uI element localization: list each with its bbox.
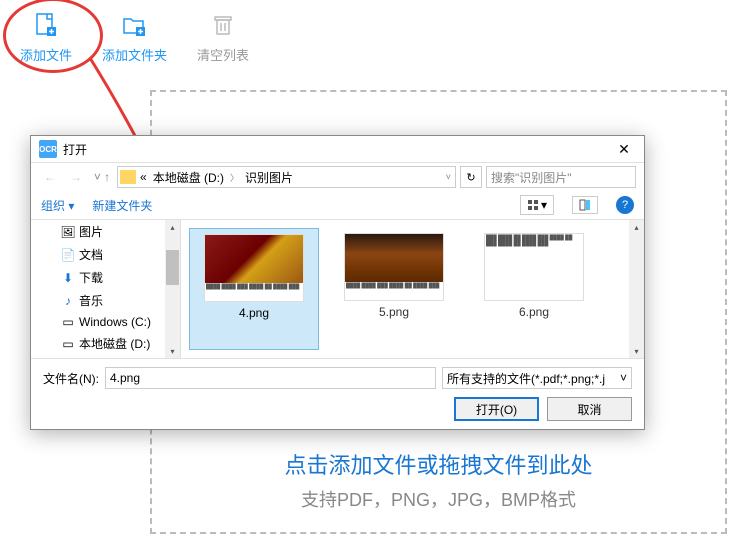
tree-music[interactable]: ♪音乐 xyxy=(31,289,180,312)
dropzone-sub-text: 支持PDF，PNG，JPG，BMP格式 xyxy=(301,486,576,512)
top-toolbar: 添加文件 添加文件夹 清空列表 xyxy=(0,0,747,74)
tree-local-d[interactable]: ▭本地磁盘 (D:) xyxy=(31,332,180,355)
view-mode-button[interactable]: ▾ xyxy=(520,195,554,215)
up-button[interactable]: ˅ ↑ xyxy=(91,166,113,188)
file-name: 6.png xyxy=(519,305,549,319)
clear-list-label: 清空列表 xyxy=(197,45,249,64)
music-icon: ♪ xyxy=(61,294,75,308)
close-button[interactable]: ✕ xyxy=(612,141,636,158)
file-thumbnail: ███ ████ ██ ████ ███ ████ ██ ███ ████ ██… xyxy=(484,233,584,301)
file-name: 5.png xyxy=(379,305,409,319)
file-name: 4.png xyxy=(239,306,269,320)
back-button[interactable]: ← xyxy=(39,166,61,188)
organize-button[interactable]: 组织 ▾ xyxy=(41,197,74,214)
dialog-bottom: 文件名(N): 所有支持的文件(*.pdf;*.png;*.j˅ 打开(O) 取… xyxy=(31,359,644,429)
file-list: ████ ████ ███ ████ ██ ████ ███ 4.png ███… xyxy=(181,220,644,358)
folder-tree: 🖼图片 📄文档 ⬇下载 ♪音乐 ▭Windows (C:) ▭本地磁盘 (D:)… xyxy=(31,220,181,358)
search-input[interactable]: 搜索"识别图片" xyxy=(486,166,636,188)
forward-button[interactable]: → xyxy=(65,166,87,188)
chevron-icon: 〉 xyxy=(228,171,241,184)
refresh-button[interactable]: ↻ xyxy=(460,166,482,188)
tree-pictures[interactable]: 🖼图片 xyxy=(31,220,180,243)
new-folder-button[interactable]: 新建文件夹 xyxy=(92,197,152,214)
add-file-icon xyxy=(26,10,66,40)
drive-icon: ▭ xyxy=(61,315,75,329)
pictures-icon: 🖼 xyxy=(61,225,75,239)
tree-documents[interactable]: 📄文档 xyxy=(31,243,180,266)
dialog-title-bar: OCR 打开 ✕ xyxy=(31,136,644,163)
dialog-toolbar: 组织 ▾ 新建文件夹 ▾ ? xyxy=(31,191,644,220)
dialog-title-text: 打开 xyxy=(63,141,612,158)
nav-bar: ← → ˅ ↑ « 本地磁盘 (D:) 〉 识别图片 ˅ ↻ 搜索"识别图片" xyxy=(31,163,644,191)
add-folder-button[interactable]: 添加文件夹 xyxy=(102,10,167,64)
add-file-label: 添加文件 xyxy=(20,45,72,64)
help-button[interactable]: ? xyxy=(616,196,634,214)
documents-icon: 📄 xyxy=(61,248,75,262)
folder-icon xyxy=(120,170,136,184)
add-file-button[interactable]: 添加文件 xyxy=(20,10,72,64)
filter-select[interactable]: 所有支持的文件(*.pdf;*.png;*.j˅ xyxy=(442,367,632,389)
open-button[interactable]: 打开(O) xyxy=(454,397,539,421)
file-open-dialog: OCR 打开 ✕ ← → ˅ ↑ « 本地磁盘 (D:) 〉 识别图片 ˅ ↻ … xyxy=(30,135,645,430)
tree-windows-c[interactable]: ▭Windows (C:) xyxy=(31,312,180,332)
cancel-button[interactable]: 取消 xyxy=(547,397,632,421)
dialog-body: 🖼图片 📄文档 ⬇下载 ♪音乐 ▭Windows (C:) ▭本地磁盘 (D:)… xyxy=(31,220,644,359)
tree-scrollbar[interactable]: ▴ ▾ xyxy=(165,220,180,358)
add-folder-icon xyxy=(115,10,155,40)
search-placeholder: 搜索"识别图片" xyxy=(491,169,572,186)
add-folder-label: 添加文件夹 xyxy=(102,45,167,64)
tree-downloads[interactable]: ⬇下载 xyxy=(31,266,180,289)
breadcrumb-drive[interactable]: 本地磁盘 (D:) xyxy=(151,169,226,186)
file-thumbnail: ████ ████ ███ ████ ██ ████ ███ xyxy=(344,233,444,301)
files-scrollbar[interactable]: ▴ ▾ xyxy=(629,220,644,358)
breadcrumb[interactable]: « 本地磁盘 (D:) 〉 识别图片 ˅ xyxy=(117,166,456,188)
file-item[interactable]: ████ ████ ███ ████ ██ ████ ███ 5.png xyxy=(329,228,459,350)
breadcrumb-prefix: « xyxy=(138,170,149,184)
filename-input[interactable] xyxy=(105,367,436,389)
breadcrumb-folder[interactable]: 识别图片 xyxy=(243,169,295,186)
filename-label: 文件名(N): xyxy=(43,370,99,387)
file-thumbnail: ████ ████ ███ ████ ██ ████ ███ xyxy=(204,234,304,302)
drive-icon: ▭ xyxy=(61,337,75,351)
trash-icon xyxy=(203,10,243,40)
dropzone-main-text: 点击添加文件或拖拽文件到此处 xyxy=(284,448,592,480)
clear-list-button[interactable]: 清空列表 xyxy=(197,10,249,64)
app-icon: OCR xyxy=(39,140,57,158)
file-item[interactable]: ███ ████ ██ ████ ███ ████ ██ ███ ████ ██… xyxy=(469,228,599,350)
file-item-selected[interactable]: ████ ████ ███ ████ ██ ████ ███ 4.png xyxy=(189,228,319,350)
chevron-down-icon[interactable]: ˅ xyxy=(444,172,453,182)
downloads-icon: ⬇ xyxy=(61,271,75,285)
preview-pane-button[interactable] xyxy=(572,196,598,214)
